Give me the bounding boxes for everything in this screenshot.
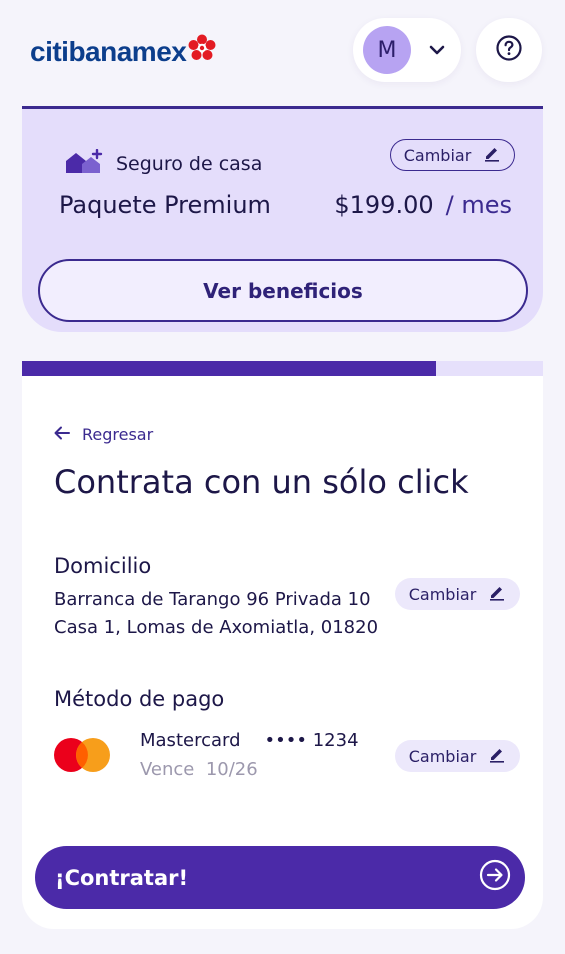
plan-category: Seguro de casa — [64, 148, 263, 179]
page-title: Contrata con un sólo click — [54, 463, 469, 501]
address-line-2: Casa 1, Lomas de Axomiatla, 01820 — [54, 617, 379, 638]
avatar: M — [363, 26, 411, 74]
address-heading: Domicilio — [54, 554, 152, 578]
card-brand: Mastercard — [140, 730, 241, 751]
card-details: Mastercard •••• 1234 — [140, 730, 359, 751]
price-amount: $199.00 — [334, 191, 434, 219]
chevron-down-icon — [429, 45, 445, 55]
price-period: / mes — [445, 191, 512, 219]
change-payment-label: Cambiar — [408, 746, 477, 766]
pencil-icon — [488, 583, 506, 605]
plan-price: $199.00 / mes — [334, 191, 512, 219]
citibanamex-logo[interactable]: citibanamex — [30, 34, 216, 69]
payment-heading: Método de pago — [54, 687, 225, 711]
plan-summary-card: Seguro de casa Cambiar Paquete Premium $… — [22, 106, 543, 332]
pencil-icon — [488, 745, 506, 767]
banamex-flower-icon — [188, 34, 216, 69]
view-benefits-button[interactable]: Ver beneficios — [38, 259, 528, 322]
user-menu-button[interactable]: M — [353, 18, 461, 82]
back-link[interactable]: Regresar — [54, 425, 153, 444]
arrow-right-circle-icon — [479, 859, 511, 896]
house-add-icon — [64, 148, 106, 179]
change-address-label: Cambiar — [408, 584, 477, 604]
logo-text: citibanamex — [30, 35, 187, 67]
change-plan-button[interactable]: Cambiar — [390, 139, 515, 171]
arrow-left-icon — [54, 425, 70, 444]
change-address-button[interactable]: Cambiar — [395, 578, 520, 610]
progress-bar — [22, 361, 543, 376]
contract-button[interactable]: ¡Contratar! — [35, 846, 525, 909]
plan-name: Paquete Premium — [59, 191, 271, 219]
contract-button-label: ¡Contratar! — [55, 865, 189, 890]
progress-bar-fill — [22, 361, 437, 376]
back-link-label: Regresar — [82, 425, 154, 444]
card-number: •••• 1234 — [264, 730, 359, 751]
change-plan-label: Cambiar — [403, 145, 472, 165]
mastercard-icon — [53, 736, 111, 778]
help-button[interactable] — [476, 18, 542, 82]
card-expiry: Vence 10/26 — [140, 759, 258, 780]
address-line-1: Barranca de Tarango 96 Privada 10 — [54, 589, 371, 610]
address-text: Barranca de Tarango 96 Privada 10 Casa 1… — [54, 586, 378, 642]
checkout-card: Regresar Contrata con un sólo click Domi… — [22, 361, 543, 929]
pencil-icon — [483, 144, 501, 166]
question-circle-icon — [495, 34, 523, 66]
plan-category-label: Seguro de casa — [116, 153, 263, 175]
change-payment-button[interactable]: Cambiar — [395, 740, 520, 772]
